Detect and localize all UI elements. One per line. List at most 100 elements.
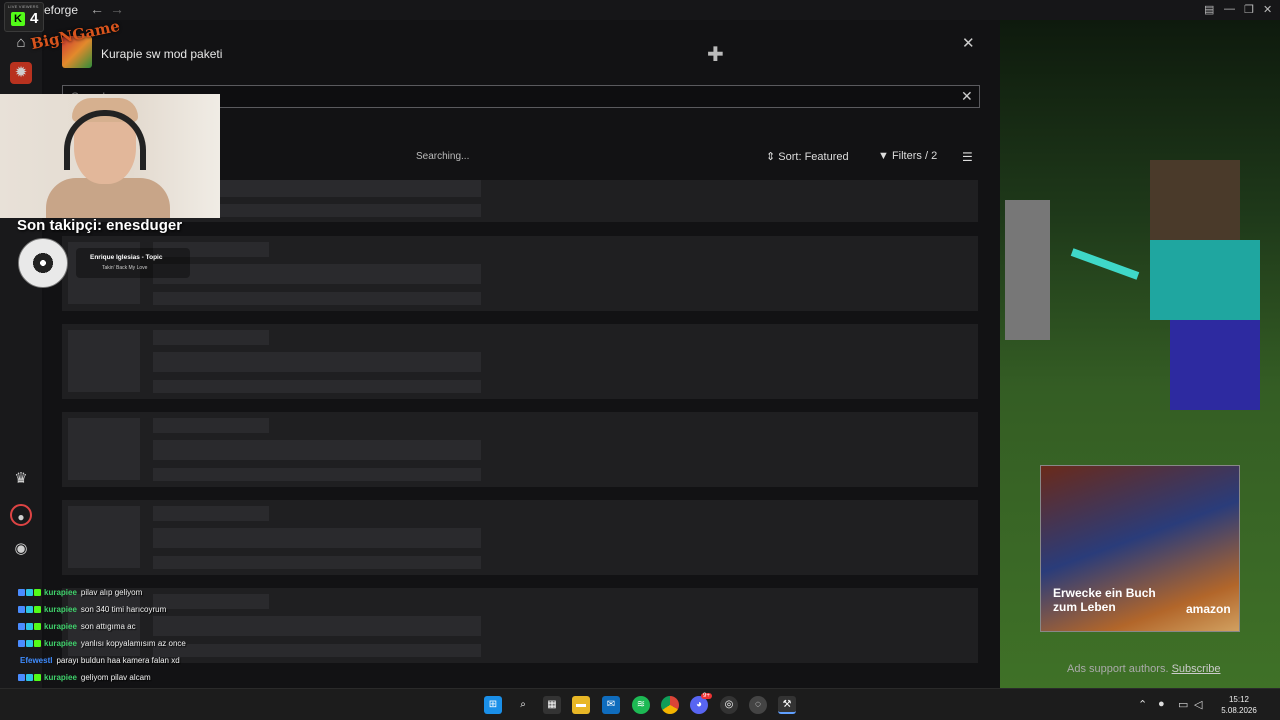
skeleton-figure: [1005, 200, 1050, 340]
sort-dropdown[interactable]: ⇕ Sort: Featured: [766, 150, 849, 163]
chat-username: kurapiee: [44, 605, 77, 614]
title-bar: eforge ← → ▤ — ❐ ✕: [0, 0, 1280, 20]
volume-icon[interactable]: ◁: [1194, 698, 1202, 711]
skeleton-line: [153, 352, 481, 372]
chat-badge-icon: [34, 606, 41, 614]
search-status: Searching...: [416, 151, 470, 162]
webcam-feed: [0, 94, 220, 218]
ad-brand: amazon: [1186, 602, 1231, 616]
chat-message: kurapiee geliyom pilav alcam: [0, 673, 151, 687]
search-icon[interactable]: ⌕: [514, 696, 532, 714]
sort-label: Sort: Featured: [778, 151, 849, 163]
chat-username: kurapiee: [44, 673, 77, 682]
outlook-icon[interactable]: ✉: [602, 696, 620, 714]
discord-badge: 9+: [701, 693, 712, 699]
chat-username: kurapiee: [44, 639, 77, 648]
advertisement[interactable]: Erwecke ein Buch zum Leben amazon: [1040, 465, 1240, 632]
obs-icon[interactable]: ◎: [720, 696, 738, 714]
chat-badge-icon: [18, 640, 25, 648]
chat-badges: [18, 588, 42, 597]
clock-date: 5.08.2026: [1221, 706, 1257, 715]
chat-username: Efewestl: [20, 656, 53, 665]
steve-pants: [1170, 320, 1260, 410]
system-clock[interactable]: 15:12 5.08.2026: [1214, 694, 1264, 716]
clear-search-icon[interactable]: ✕: [961, 88, 973, 105]
microphone-icon[interactable]: ●: [1158, 698, 1165, 710]
forward-button[interactable]: →: [110, 1, 124, 17]
chat-badge-icon: [18, 623, 25, 631]
spotify-icon[interactable]: ≋: [632, 696, 650, 714]
chat-message: kurapiee pilav alıp geliyom: [0, 588, 142, 602]
skeleton-line: [153, 644, 481, 657]
close-window-button[interactable]: ✕: [1263, 3, 1272, 16]
music-song: Takin' Back My Love: [102, 265, 148, 271]
minimize-button[interactable]: —: [1224, 3, 1235, 15]
store-icon[interactable]: ▦: [543, 696, 561, 714]
tray-overflow-icon[interactable]: ⌃: [1138, 698, 1147, 711]
ad-text: Erwecke ein Buch zum Leben: [1053, 586, 1156, 614]
chat-text: son 340 timi harıcoyrum: [80, 605, 167, 614]
result-card-skeleton: [62, 500, 978, 575]
now-playing-bar: [76, 248, 190, 278]
layout-icon[interactable]: ▤: [1204, 3, 1214, 16]
network-icon[interactable]: ▭: [1178, 698, 1188, 711]
chat-badge-icon: [26, 674, 33, 682]
live-label: LIVE VIEWERS: [8, 4, 39, 9]
skeleton-line: [153, 556, 481, 569]
windows-start-icon[interactable]: ⊞: [484, 696, 502, 714]
chat-text: yanlısı kopyalamısım az once: [80, 639, 186, 648]
chat-badges: [18, 605, 42, 614]
discord-icon[interactable]: ◉: [10, 538, 32, 560]
chat-text: pilav alıp geliyom: [80, 588, 143, 597]
chat-badges: [18, 673, 42, 682]
latest-follower: Son takipçi: enesduger: [17, 217, 183, 234]
maximize-button[interactable]: ❐: [1244, 3, 1254, 16]
chat-badge-icon: [34, 674, 41, 682]
skeleton-line: [153, 380, 481, 393]
chat-message: Efewestl parayı buldun haa kamera falan x…: [0, 656, 180, 670]
filters-label: Filters / 2: [891, 150, 938, 162]
streamer-body: [46, 178, 170, 218]
diamond-sword: [1070, 248, 1140, 280]
list-view-icon[interactable]: ☰: [962, 150, 973, 164]
close-modal-button[interactable]: ✕: [962, 34, 975, 52]
account-icon[interactable]: ●: [10, 504, 32, 526]
now-playing-widget: Enrique Iglesias - Topic Takin' Back My …: [18, 238, 190, 288]
sort-icon: ⇕: [766, 151, 779, 163]
back-button[interactable]: ←: [90, 1, 104, 17]
chat-badge-icon: [34, 640, 41, 648]
camera-app-icon[interactable]: ◌: [749, 696, 767, 714]
chat-badge-icon: [18, 674, 25, 682]
modpack-icon[interactable]: ✹: [10, 62, 32, 84]
chat-username: kurapiee: [44, 622, 77, 631]
ad-support-text: Ads support authors.: [1067, 663, 1169, 675]
viewer-count: 4: [30, 10, 39, 27]
steve-shirt: [1150, 240, 1260, 320]
clock-time: 15:12: [1228, 695, 1250, 704]
modpack-title: Kurapie sw mod paketi: [101, 47, 223, 61]
skeleton-line: [153, 594, 269, 609]
subscribe-link[interactable]: Subscribe: [1172, 663, 1221, 675]
chrome-icon[interactable]: [661, 696, 679, 714]
skeleton-line: [153, 292, 481, 305]
chat-message: kurapiee son attıgıma ac: [0, 622, 136, 636]
chat-badge-icon: [26, 606, 33, 614]
chat-username: kurapiee: [44, 588, 77, 597]
vinyl-disc-icon: [18, 238, 68, 288]
skeleton-line: [153, 264, 481, 284]
result-card-skeleton: [62, 324, 978, 399]
skeleton-thumbnail: [68, 506, 140, 568]
ad-support-line: Ads support authors. Subscribe: [1067, 663, 1221, 675]
chat-text: geliyom pilav alcam: [80, 673, 151, 682]
skeleton-line: [153, 506, 269, 521]
add-icon[interactable]: ✚: [707, 42, 724, 67]
chat-badges: [18, 639, 42, 648]
filters-button[interactable]: ▼ Filters / 2: [878, 150, 937, 162]
live-viewers-badge: LIVE VIEWERS K 4: [4, 2, 44, 32]
premium-crown-icon[interactable]: ♛: [10, 468, 32, 490]
taskbar: ⊞ ⌕ ▦ ▬ ✉ ≋ ◕ 9+ ◎ ◌ ⚒ ⌃ ● ▭ ◁ 15:12 5.0…: [0, 688, 1280, 720]
curseforge-icon[interactable]: ⚒: [778, 696, 796, 714]
music-artist: Enrique Iglesias - Topic: [90, 254, 163, 261]
file-explorer-icon[interactable]: ▬: [572, 696, 590, 714]
filter-icon: ▼: [878, 150, 892, 162]
